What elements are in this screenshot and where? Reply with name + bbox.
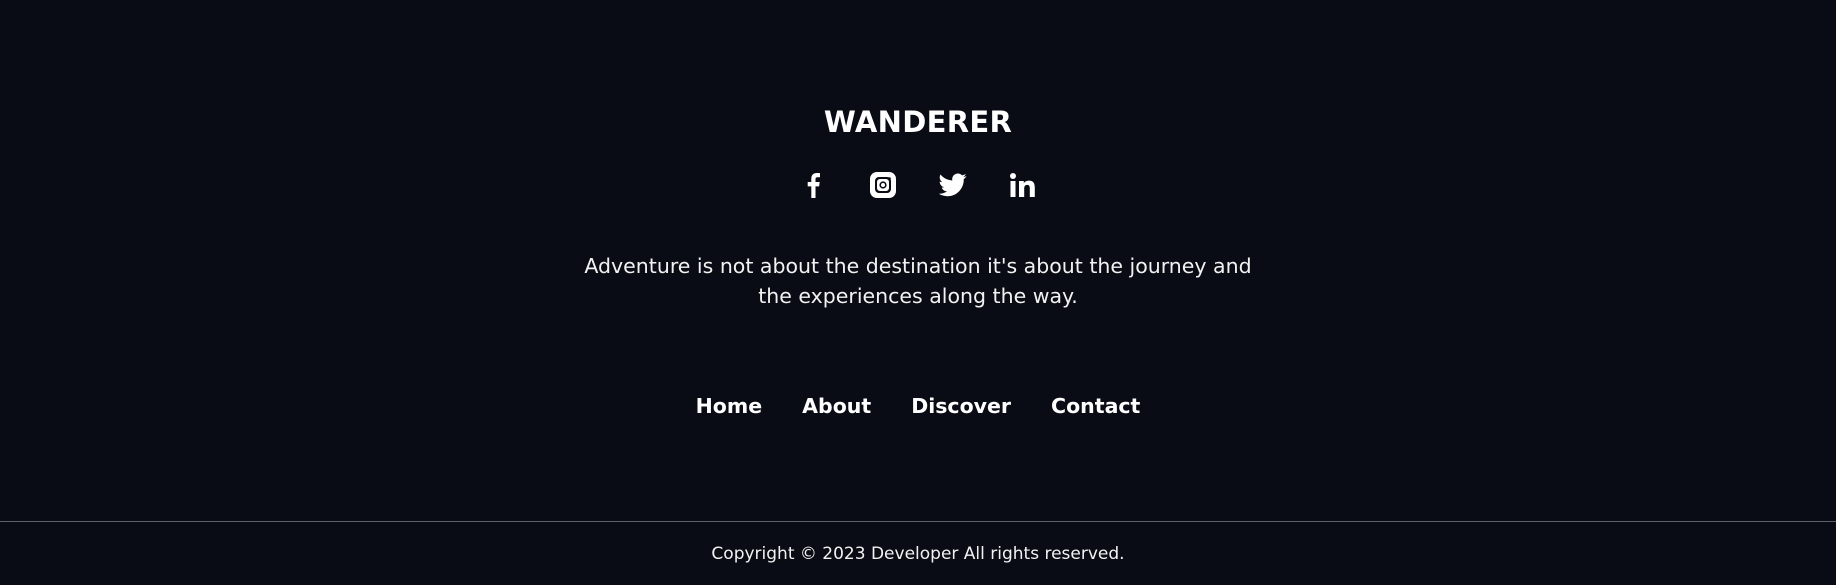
footer-divider <box>0 521 1836 522</box>
instagram-icon <box>870 172 896 198</box>
twitter-icon <box>939 173 967 197</box>
copyright-text: Copyright © 2023 Developer All rights re… <box>711 544 1125 564</box>
nav-home[interactable]: Home <box>696 393 763 419</box>
instagram-link[interactable] <box>870 172 896 198</box>
facebook-link[interactable] <box>800 172 826 198</box>
twitter-link[interactable] <box>939 172 967 198</box>
linkedin-link[interactable] <box>1010 172 1036 198</box>
tagline: Adventure is not about the destination i… <box>584 254 1252 308</box>
facebook-icon <box>805 172 821 198</box>
social-links <box>0 172 1836 198</box>
nav-contact[interactable]: Contact <box>1051 393 1140 419</box>
brand-logo[interactable]: WANDERER <box>0 103 1836 141</box>
tagline-wrapper: Adventure is not about the destination i… <box>0 251 1836 311</box>
footer-nav: Home About Discover Contact <box>0 393 1836 419</box>
site-footer: WANDERER Adventure is not about the dest… <box>0 0 1836 585</box>
nav-discover[interactable]: Discover <box>911 393 1011 419</box>
nav-about[interactable]: About <box>802 393 871 419</box>
linkedin-icon <box>1010 173 1036 197</box>
